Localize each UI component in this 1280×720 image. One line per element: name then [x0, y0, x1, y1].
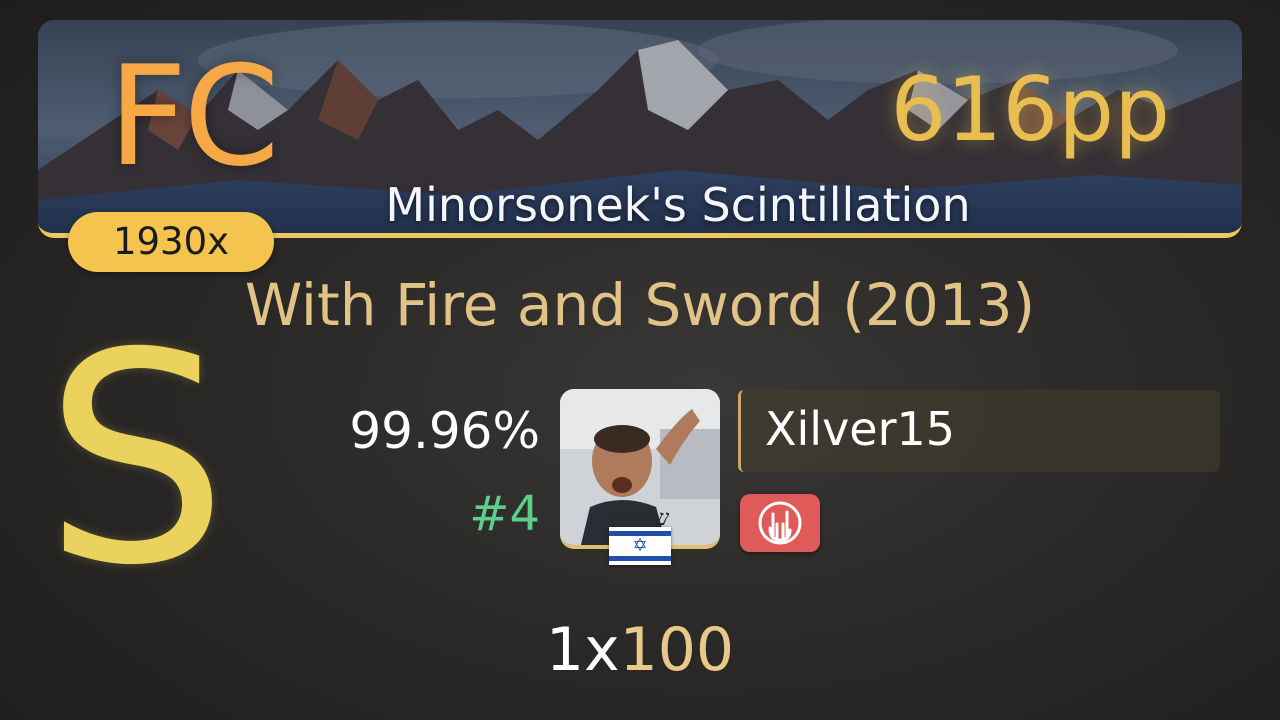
star-of-david-icon: ✡: [632, 535, 648, 556]
rank-grade: S: [44, 292, 229, 629]
player-avatar[interactable]: שְׂרָאוֹת: [560, 389, 720, 549]
hit-multiplier-sign: x: [584, 615, 620, 685]
username-box[interactable]: Xilver15: [738, 390, 1220, 472]
hit-count: 1: [545, 615, 585, 685]
israel-flag-icon[interactable]: ✡: [609, 527, 671, 565]
combo-badge: 1930x: [68, 212, 274, 272]
hit-counts: 1x100: [0, 620, 1280, 680]
username[interactable]: Xilver15: [765, 406, 955, 452]
flag-stripe-bottom: [609, 556, 671, 561]
accuracy-value: 99.96%: [349, 402, 540, 460]
full-combo-label: FC: [108, 36, 280, 197]
performance-points: 616pp: [890, 58, 1170, 161]
hit-value: 100: [619, 615, 735, 685]
rock-hand-icon: [740, 494, 820, 552]
leaderboard-placement: #4: [469, 486, 540, 542]
beatmap-banner: FC 616pp Minorsonek's Scintillation: [38, 20, 1242, 238]
